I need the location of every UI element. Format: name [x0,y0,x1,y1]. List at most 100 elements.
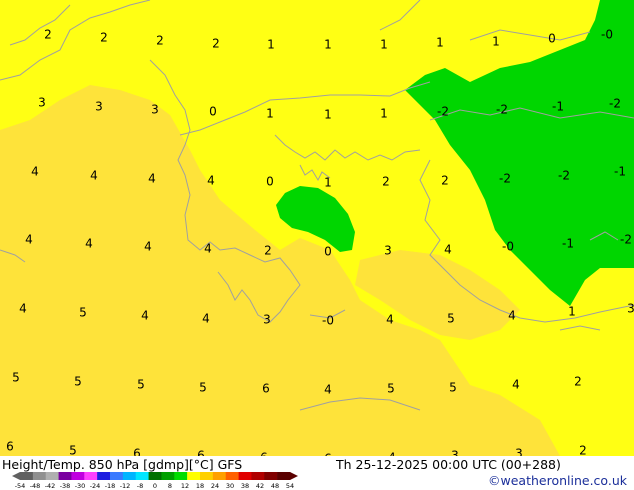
temperature-value: -2 [499,172,511,186]
temperature-value: 2 [441,174,449,188]
temperature-value: 6 [6,440,14,454]
temperature-value: 5 [447,312,455,326]
temperature-value: 6 [262,382,270,396]
colorbar-swatch [110,472,124,480]
temperature-value: 3 [627,302,634,316]
temperature-value: 5 [199,381,207,395]
colorbar-tick-label: -24 [90,482,101,489]
colorbar-swatch [97,472,111,480]
temperature-value: 1 [568,305,576,319]
footer-bar: Height/Temp. 850 hPa [gdmp][°C] GFS Th 2… [0,456,634,490]
temperature-value: 5 [387,382,395,396]
temperature-value: 2 [382,175,390,189]
temperature-value: 1 [492,35,500,49]
temperature-value: 2 [264,244,272,258]
temperature-value: 1 [267,38,275,52]
temperature-value: 4 [202,312,210,326]
temperature-value: 6 [133,447,141,457]
colorbar-arrow-right [290,472,298,480]
colorbar-tick-label: 12 [181,482,189,489]
temperature-value: 1 [324,176,332,190]
temperature-value: 1 [324,108,332,122]
temperature-value: 2 [574,375,582,389]
temperature-value: -2 [558,169,570,183]
colorbar-tick-label: -8 [137,482,143,489]
colorbar-tick-label: 38 [241,482,249,489]
temperature-value: 0 [266,175,274,189]
temperature-value: -2 [609,97,621,111]
colorbar-swatch [58,472,72,480]
temperature-value: 0 [548,32,556,46]
temperature-value: 4 [19,302,27,316]
colorbar-tick-label: 18 [196,482,204,489]
colorbar-tick-label: 54 [286,482,294,489]
temperature-value: 4 [25,233,33,247]
temperature-value: 1 [380,38,388,52]
valid-time: Th 25-12-2025 00:00 UTC (00+288) [336,457,561,472]
temperature-value: 4 [90,169,98,183]
temperature-value: 2 [100,31,108,45]
temperature-value: 3 [38,96,46,110]
temperature-value: 2 [44,28,52,42]
temperature-value: 5 [449,381,457,395]
temperature-value: 3 [263,313,271,327]
temperature-value: -1 [552,100,564,114]
colorbar: -54 -48 -42 -38 -30 -24 -18 -12 -8 0 8 12 18 24 30 38 42… [12,472,298,489]
colorbar-swatches [12,472,298,480]
temperature-value: 5 [69,444,77,457]
colorbar-swatch [238,472,252,480]
colorbar-tick-label: 24 [211,482,219,489]
product-title: Height/Temp. 850 hPa [gdmp][°C] GFS [2,457,243,472]
temperature-value: -1 [562,237,574,251]
temperature-value: 4 [204,242,212,256]
temperature-value: 5 [137,378,145,392]
colorbar-tick-label: 48 [271,482,279,489]
temperature-value: 3 [95,100,103,114]
colorbar-swatch [148,472,162,480]
credit-link[interactable]: ©weatheronline.co.uk [488,473,627,488]
temperature-value: 2 [212,37,220,51]
temperature-value: 4 [144,240,152,254]
colorbar-swatch [200,472,214,480]
colorbar-swatch [45,472,59,480]
colorbar-tick-label: 8 [168,482,172,489]
colorbar-swatch [161,472,175,480]
colorbar-tick-label: -54 [15,482,26,489]
temperature-value: 3 [451,449,459,457]
temperature-value: 4 [386,313,394,327]
temperature-value: -2 [437,105,449,119]
temperature-value: -0 [601,28,613,42]
temperature-value: -2 [496,103,508,117]
temperature-value: -2 [620,233,632,247]
colorbar-swatch [225,472,239,480]
colorbar-swatch [264,472,278,480]
colorbar-swatch [251,472,265,480]
temperature-value: 2 [156,34,164,48]
temperature-value: 6 [197,449,205,457]
temperature-value: -0 [322,314,334,328]
temperature-value: 3 [384,244,392,258]
colorbar-tick-label: 30 [226,482,234,489]
colorbar-swatch [174,472,188,480]
colorbar-swatch [84,472,98,480]
temperature-value: 4 [444,243,452,257]
temperature-value: -0 [502,240,514,254]
colorbar-tick-label: 0 [153,482,157,489]
colorbar-swatch [32,472,47,480]
colorbar-tick-label: 42 [256,482,264,489]
temperature-value: 4 [148,172,156,186]
temperature-value: 1 [324,38,332,52]
map-canvas: 2 2 2 2 1 1 1 1 1 0 -0 3 3 3 0 1 1 1 -2 -2 -1 -2 4 4 4 4 0 1 2 2 -2 -2 -… [0,0,634,456]
temperature-value: 3 [151,103,159,117]
temperature-value: 1 [436,36,444,50]
colorbar-swatch [135,472,149,480]
temperature-value: 4 [207,174,215,188]
temperature-value: 4 [508,309,516,323]
colorbar-swatch [277,472,291,480]
temperature-value: 5 [79,306,87,320]
colorbar-tick-label: -38 [60,482,71,489]
temperature-value: 0 [209,105,217,119]
colorbar-tick-label: -12 [120,482,131,489]
colorbar-tick-label: -48 [30,482,41,489]
colorbar-swatch [71,472,85,480]
